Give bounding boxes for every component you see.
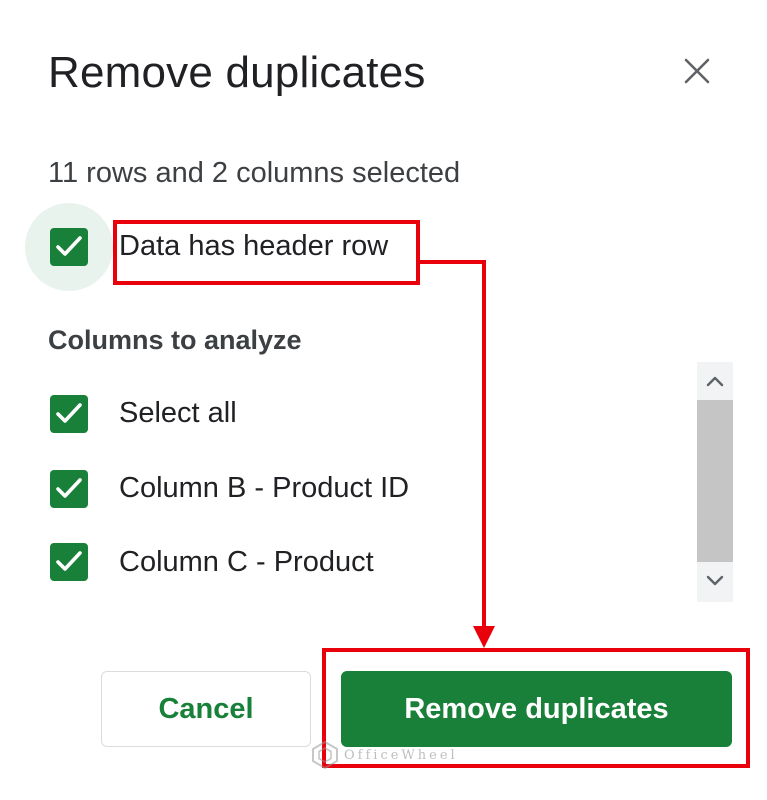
- column-b-label[interactable]: Column B - Product ID: [119, 472, 409, 505]
- selection-info: 11 rows and 2 columns selected: [48, 157, 461, 189]
- annotation-highlight-header-row: [113, 220, 420, 285]
- select-all-label[interactable]: Select all: [119, 397, 237, 430]
- officewheel-logo-icon: [312, 740, 338, 770]
- column-c-checkbox[interactable]: [50, 543, 88, 581]
- checkmark-icon: [56, 551, 82, 571]
- chevron-up-icon: [706, 376, 724, 387]
- dialog-title: Remove duplicates: [48, 48, 426, 97]
- column-b-checkbox[interactable]: [50, 470, 88, 508]
- checkmark-icon: [56, 478, 82, 498]
- chevron-down-icon: [706, 575, 724, 586]
- remove-duplicates-dialog: Remove duplicates 11 rows and 2 columns …: [0, 0, 767, 800]
- checkmark-icon: [56, 403, 82, 423]
- columns-scrollbar[interactable]: [697, 362, 733, 602]
- checkmark-icon: [56, 236, 82, 256]
- scroll-thumb[interactable]: [697, 400, 733, 562]
- header-row-checkbox[interactable]: [50, 228, 88, 266]
- scroll-up-button[interactable]: [697, 364, 733, 400]
- watermark-text: OfficeWheel: [344, 747, 458, 763]
- columns-heading: Columns to analyze: [48, 325, 302, 355]
- watermark: OfficeWheel: [310, 740, 458, 770]
- close-button[interactable]: [672, 52, 720, 92]
- scroll-down-button[interactable]: [697, 564, 733, 600]
- column-c-label[interactable]: Column C - Product: [119, 546, 374, 579]
- close-icon: [684, 58, 710, 84]
- cancel-button[interactable]: Cancel: [101, 671, 311, 747]
- select-all-checkbox[interactable]: [50, 395, 88, 433]
